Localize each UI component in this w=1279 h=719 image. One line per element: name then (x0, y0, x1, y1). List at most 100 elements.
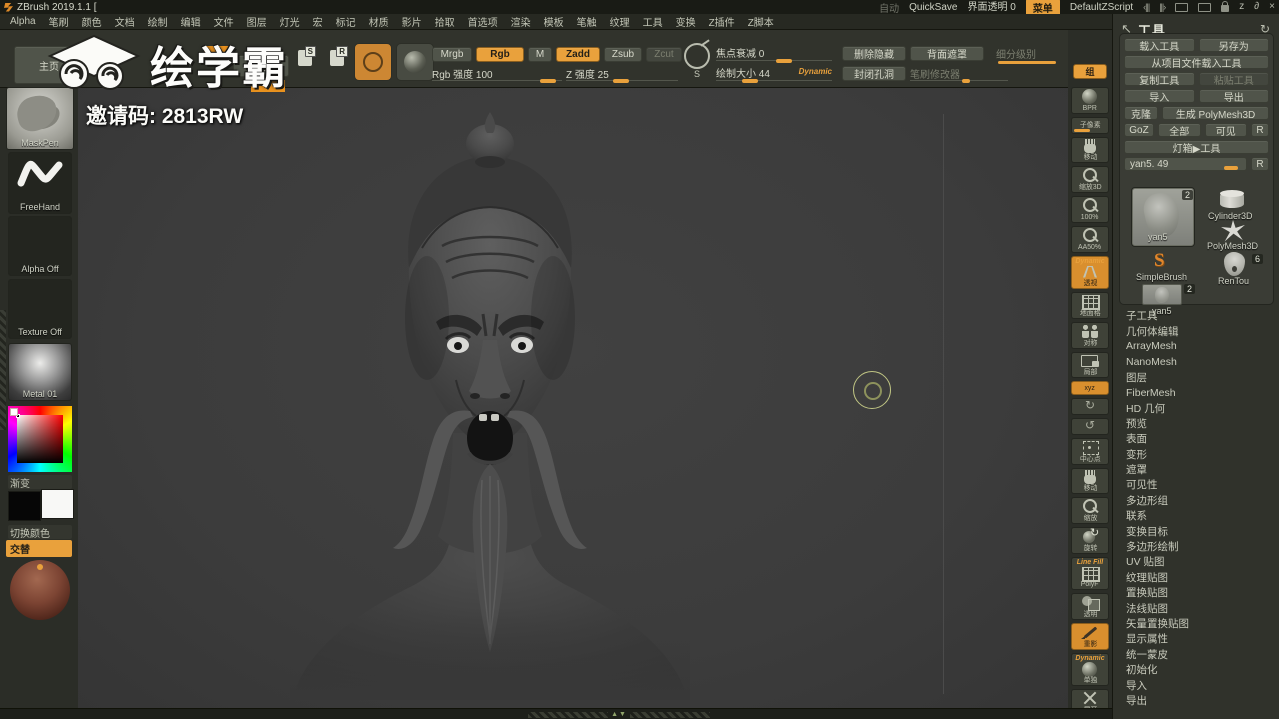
menu-item[interactable]: 标记 (336, 14, 356, 29)
tray-collapse-left-icon[interactable]: ‹||| (1143, 2, 1150, 12)
menu-item[interactable]: 文件 (214, 14, 234, 29)
subpalette-item[interactable]: NanoMesh (1113, 354, 1279, 369)
bottom-tray-handle[interactable]: ▲▼ (528, 711, 710, 718)
document-canvas[interactable] (78, 88, 1068, 710)
current-material-sphere[interactable] (10, 560, 70, 620)
menu-item[interactable]: 笔触 (577, 14, 597, 29)
menu-item[interactable]: 材质 (369, 14, 389, 29)
menu-item[interactable]: Alpha (10, 16, 36, 27)
goz-button[interactable]: GoZ (1124, 123, 1154, 137)
shelf-button-local[interactable]: 局部 (1071, 351, 1109, 379)
paste-tool-button[interactable]: 粘贴工具 (1198, 72, 1269, 87)
subpalette-item[interactable]: 导入 (1113, 677, 1279, 692)
subpalette-item[interactable]: 显示属性 (1113, 631, 1279, 646)
shelf-button-ghost[interactable]: 重影 (1071, 622, 1109, 650)
menu-item[interactable]: 宏 (313, 14, 323, 29)
goz-r-button[interactable]: R (1251, 123, 1269, 137)
alternate-button[interactable]: 交替 (6, 540, 72, 557)
subpalette-item[interactable]: 联系 (1113, 508, 1279, 523)
brush-selector[interactable]: MaskPen (6, 87, 74, 150)
subpalette-item[interactable]: ArrayMesh (1113, 339, 1279, 354)
subpalette-item[interactable]: UV 贴图 (1113, 554, 1279, 569)
restore-config-button[interactable]: R (330, 46, 348, 66)
save-as-button[interactable]: 另存为 (1198, 38, 1269, 53)
store-config-button[interactable]: S (298, 46, 316, 66)
menu-item[interactable]: 纹理 (610, 14, 630, 29)
menu-item[interactable]: 模板 (544, 14, 564, 29)
backface-mask-button[interactable]: 背面遮罩 (910, 46, 984, 61)
shelf-button-persp[interactable]: Dynamic 透视 (1071, 255, 1109, 290)
subpalette-item[interactable]: 置换贴图 (1113, 585, 1279, 600)
texture-selector[interactable]: Texture Off (8, 279, 72, 339)
shelf-button-move[interactable]: 移动 (1071, 467, 1109, 495)
shelf-button-rotate-ccw[interactable] (1071, 418, 1109, 435)
rgb-button[interactable]: Rgb (476, 47, 524, 62)
yan5-thumbnail[interactable] (1142, 284, 1182, 305)
draw-button[interactable] (396, 43, 434, 81)
menu-item[interactable]: 颜色 (82, 14, 102, 29)
tray-collapse-right-icon[interactable]: |||› (1159, 2, 1166, 12)
del-hidden-button[interactable]: 删除隐藏 (842, 46, 906, 61)
load-from-project-button[interactable]: 从项目文件载入工具 (1124, 55, 1269, 70)
menu-item[interactable]: 拾取 (435, 14, 455, 29)
gyro-button[interactable]: S (684, 43, 710, 79)
color-picker-saturation[interactable] (17, 415, 63, 463)
goz-visible-button[interactable]: 可见 (1204, 123, 1247, 138)
subpalette-item[interactable]: FiberMesh (1113, 385, 1279, 400)
tool-r-button[interactable]: R (1251, 157, 1269, 171)
active-tool-slider[interactable]: yan5. 49 (1124, 157, 1247, 171)
stroke-selector[interactable]: FreeHand (8, 152, 72, 214)
secondary-color-swatch[interactable] (41, 489, 74, 519)
gradient-button[interactable]: 渐变 (8, 475, 72, 490)
auto-button[interactable]: 自动 (879, 0, 899, 15)
tray-up-icon[interactable]: ▲ (611, 711, 619, 718)
zsub-button[interactable]: Zsub (604, 47, 642, 62)
homepage-button[interactable]: 主页 (14, 46, 84, 84)
menu-item[interactable]: 编辑 (181, 14, 201, 29)
subpalette-item[interactable]: 可见性 (1113, 477, 1279, 492)
menu-item[interactable]: 渲染 (511, 14, 531, 29)
shelf-button-frame-center[interactable]: 中心点 (1071, 437, 1109, 465)
subpalette-item[interactable]: 法线贴图 (1113, 600, 1279, 615)
shelf-button-transparent[interactable]: 透明 (1071, 593, 1109, 620)
shelf-button-scale[interactable]: 缩放 (1071, 497, 1109, 524)
subdiv-level-slider[interactable]: 细分级别 (996, 46, 1062, 64)
subpalette-item[interactable]: 表面 (1113, 431, 1279, 446)
shelf-button-polyframe[interactable]: Line Fill PolyF (1071, 556, 1109, 591)
import-button[interactable]: 导入 (1124, 89, 1195, 104)
subpalette-item[interactable]: 预览 (1113, 416, 1279, 431)
alpha-selector[interactable]: Alpha Off (8, 216, 72, 276)
shelf-button-rotate-cw[interactable] (1071, 398, 1109, 416)
menu-item[interactable]: 工具 (643, 14, 663, 29)
close-holes-button[interactable]: 封闭孔洞 (842, 66, 906, 81)
m-button[interactable]: M (528, 47, 552, 62)
subpalette-item[interactable]: 初始化 (1113, 662, 1279, 677)
shelf-button-spix[interactable]: 子像素 (1071, 116, 1109, 134)
edit-button[interactable] (354, 43, 392, 81)
material-selector[interactable]: Metal 01 (8, 343, 72, 401)
lock-icon[interactable] (1221, 1, 1230, 12)
copy-tool-button[interactable]: 复制工具 (1124, 72, 1195, 87)
quicksave-button[interactable]: QuickSave (909, 2, 957, 13)
shelf-button-solo[interactable]: Dynamic 单独 (1071, 652, 1109, 687)
default-zscript-button[interactable]: DefaultZScript (1070, 2, 1133, 13)
mrgb-button[interactable]: Mrgb (432, 47, 472, 62)
menu-item[interactable]: 影片 (402, 14, 422, 29)
make-polymesh3d-button[interactable]: 生成 PolyMesh3D (1162, 106, 1269, 121)
menu-item[interactable]: 绘制 (148, 14, 168, 29)
shelf-button-xyz[interactable]: xyz (1071, 381, 1109, 396)
brush-modifier-slider[interactable]: 笔刷修改器 (910, 66, 1008, 83)
color-picker[interactable] (8, 406, 72, 472)
menu-item[interactable]: 图层 (247, 14, 267, 29)
goz-all-button[interactable]: 全部 (1158, 123, 1201, 138)
shelf-button-actual-size[interactable]: 100% (1071, 196, 1109, 223)
subpalette-item[interactable]: 多边形绘制 (1113, 539, 1279, 554)
shelf-button-bpr[interactable]: BPR (1071, 87, 1109, 114)
subpalette-item[interactable]: 几何体编辑 (1113, 323, 1279, 338)
subpalette-item[interactable]: 纹理贴图 (1113, 570, 1279, 585)
zoom-ui-icon[interactable]: z (1239, 0, 1244, 14)
z-intensity-slider[interactable]: Z 强度 25 (566, 66, 678, 83)
shelf-button-zoom3d[interactable]: 缩放3D (1071, 166, 1109, 194)
subpalette-item[interactable]: 变换目标 (1113, 523, 1279, 538)
lightbox-tool-button[interactable]: 灯箱▶工具 (1124, 140, 1269, 155)
